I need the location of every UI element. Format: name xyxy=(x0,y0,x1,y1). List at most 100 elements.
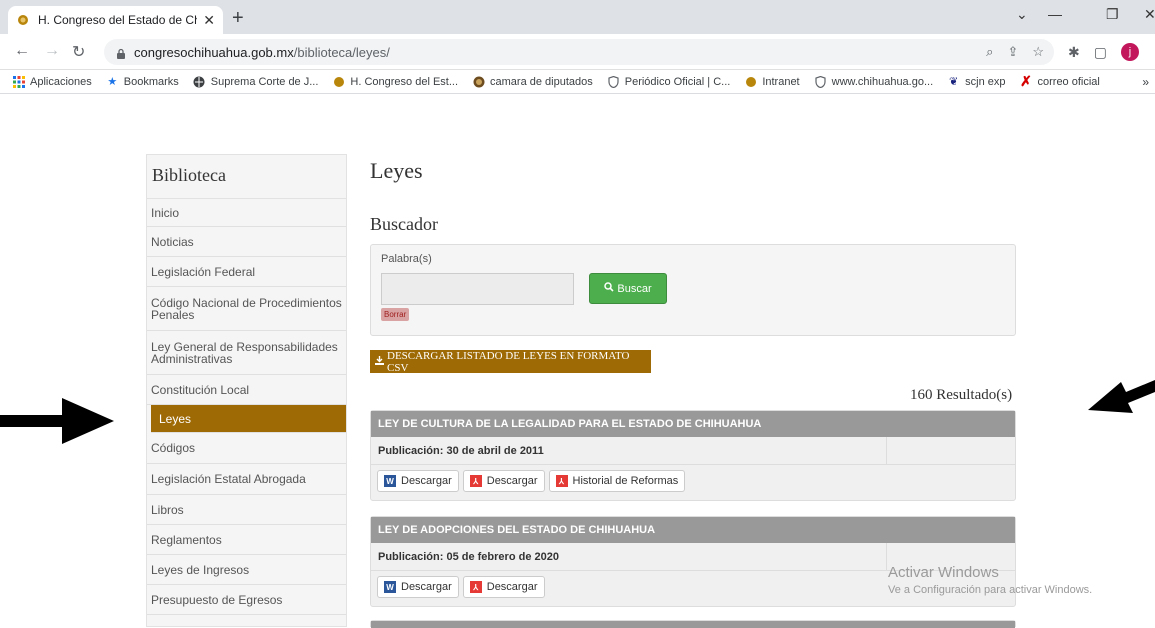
sidebar-item-codigos[interactable]: Códigos xyxy=(147,433,346,464)
eagle-icon xyxy=(332,75,345,88)
download-csv-button[interactable]: DESCARGAR LISTADO DE LEYES EN FORMATO CS… xyxy=(370,349,651,374)
seal-icon xyxy=(472,75,485,88)
download-word-label: Descargar xyxy=(401,581,452,593)
sidebar-item-noticias[interactable]: Noticias xyxy=(147,227,346,257)
column-divider xyxy=(886,437,887,465)
congreso-favicon-icon xyxy=(16,13,30,27)
shield-icon xyxy=(607,75,620,88)
shield-icon xyxy=(814,75,827,88)
browser-tab-bar: H. Congreso del Estado de Chihu ✕ + ⌄ — … xyxy=(0,0,1155,34)
bookmark-label: scjn exp xyxy=(965,75,1006,88)
law-actions: W Descargar ⅄ Descargar ⅄ Historial de R… xyxy=(371,465,1015,497)
page-title: Leyes xyxy=(370,158,423,183)
tab-search-chevron-icon[interactable]: ⌄ xyxy=(1016,6,1028,23)
download-pdf-button[interactable]: ⅄ Descargar xyxy=(462,470,545,492)
sidebar-item-legislacion-federal[interactable]: Legislación Federal xyxy=(147,257,346,287)
sidebar-item-reglamentos[interactable]: Reglamentos xyxy=(147,525,346,555)
search-panel: Palabra(s) Buscar Borrar xyxy=(370,244,1016,336)
right-annotation-arrow-icon xyxy=(1088,380,1155,413)
sidebar-item-inicio[interactable]: Inicio xyxy=(147,199,346,227)
zoom-icon[interactable]: ⌕ xyxy=(986,44,993,60)
profile-avatar[interactable]: j xyxy=(1120,43,1139,61)
share-icon[interactable]: ⇪ xyxy=(1007,44,1018,60)
pdf-icon: ⅄ xyxy=(555,475,568,487)
law-card xyxy=(370,620,1016,628)
search-icon xyxy=(604,282,614,295)
law-publication-date: Publicación: 05 de febrero de 2020 xyxy=(378,550,559,563)
results-count: 160 Resultado(s) xyxy=(910,387,1013,403)
bookmark-label: H. Congreso del Est... xyxy=(350,75,459,88)
forward-icon[interactable]: → xyxy=(44,42,60,60)
word-icon: W xyxy=(384,475,396,487)
minimize-icon[interactable]: — xyxy=(1048,6,1062,22)
search-input[interactable] xyxy=(381,273,574,305)
reform-history-button[interactable]: ⅄ Historial de Reformas xyxy=(548,470,686,492)
lock-icon xyxy=(116,47,126,59)
browser-tab[interactable]: H. Congreso del Estado de Chihu ✕ xyxy=(8,6,223,34)
bookmark-label: Aplicaciones xyxy=(30,75,92,88)
bookmark-label: correo oficial xyxy=(1037,75,1100,88)
bookmark-item[interactable]: ✗ correo oficial xyxy=(1020,73,1100,89)
sidebar-item-codigo-nacional[interactable]: Código Nacional de Procedimientos Penale… xyxy=(147,287,346,331)
x-icon: ✗ xyxy=(1020,73,1032,89)
bookmark-label: Intranet xyxy=(762,75,800,88)
law-title[interactable]: LEY DE CULTURA DE LA LEGALIDAD PARA EL E… xyxy=(371,411,1015,437)
bookmark-item[interactable]: Intranet xyxy=(744,75,800,88)
windows-activation-watermark: Activar Windows Ve a Configuración para … xyxy=(888,564,1092,596)
download-word-label: Descargar xyxy=(401,475,452,487)
sidebar-item-leyes-ingresos[interactable]: Leyes de Ingresos xyxy=(147,555,346,585)
left-annotation-arrow-icon xyxy=(0,398,114,444)
url-host: congresochihuahua.gob.mx xyxy=(134,44,294,60)
download-csv-label: DESCARGAR LISTADO DE LEYES EN FORMATO CS… xyxy=(387,349,630,374)
new-tab-icon[interactable]: + xyxy=(232,8,244,28)
download-word-button[interactable]: W Descargar xyxy=(377,470,459,492)
globe-icon xyxy=(193,75,206,88)
watermark-line1: Activar Windows xyxy=(888,564,999,581)
download-pdf-label: Descargar xyxy=(486,475,538,487)
bookmarks-overflow-icon[interactable]: » xyxy=(1142,75,1149,89)
eagle-icon xyxy=(744,75,757,88)
word-icon: W xyxy=(384,581,396,593)
bookmark-item[interactable]: Periódico Oficial | C... xyxy=(607,75,730,88)
scjn-icon: ❦ xyxy=(949,76,959,88)
bookmark-item[interactable]: Aplicaciones xyxy=(12,75,92,88)
reload-icon[interactable]: ↻ xyxy=(72,42,85,62)
bookmark-item[interactable]: www.chihuahua.go... xyxy=(814,75,934,88)
bookmark-item[interactable]: Suprema Corte de J... xyxy=(193,75,318,88)
law-title[interactable]: LEY DE ADOPCIONES DEL ESTADO DE CHIHUAHU… xyxy=(371,517,1015,543)
bookmarks-bar: Aplicaciones ★ Bookmarks Suprema Corte d… xyxy=(0,70,1155,94)
restore-icon[interactable]: ❐ xyxy=(1106,6,1119,23)
search-button[interactable]: Buscar xyxy=(589,273,667,304)
bookmark-item[interactable]: camara de diputados xyxy=(472,75,593,88)
pdf-icon: ⅄ xyxy=(469,475,482,487)
law-publication: Publicación: 30 de abril de 2011 xyxy=(371,437,1015,465)
law-publication-date: Publicación: 30 de abril de 2011 xyxy=(378,444,544,457)
sidebar-item-libros[interactable]: Libros xyxy=(147,495,346,525)
law-card: LEY DE CULTURA DE LA LEGALIDAD PARA EL E… xyxy=(370,410,1016,501)
search-section-title: Buscador xyxy=(370,214,438,234)
sidebar-item-ley-general[interactable]: Ley General de Responsabilidades Adminis… xyxy=(147,331,346,375)
star-icon: ★ xyxy=(107,76,118,88)
extensions-icon[interactable]: ✱ xyxy=(1068,44,1080,61)
window-close-icon[interactable]: ✕ xyxy=(1144,6,1155,23)
bookmark-star-icon[interactable]: ☆ xyxy=(1032,44,1044,60)
side-panel-icon[interactable]: ▢ xyxy=(1094,44,1107,61)
bookmark-label: www.chihuahua.go... xyxy=(831,75,934,88)
sidebar-item-presupuesto-egresos[interactable]: Presupuesto de Egresos xyxy=(147,585,346,615)
tab-close-icon[interactable]: ✕ xyxy=(203,12,215,29)
library-sidebar: Biblioteca Inicio Noticias Legislación F… xyxy=(146,154,347,627)
download-pdf-button[interactable]: ⅄ Descargar xyxy=(462,576,545,598)
download-word-button[interactable]: W Descargar xyxy=(377,576,459,598)
bookmark-item[interactable]: H. Congreso del Est... xyxy=(332,75,458,88)
clear-button[interactable]: Borrar xyxy=(381,308,410,321)
back-icon[interactable]: ← xyxy=(14,42,30,60)
address-bar[interactable]: congresochihuahua.gob.mx/biblioteca/leye… xyxy=(104,39,1054,65)
sidebar-item-legislacion-abrogada[interactable]: Legislación Estatal Abrogada xyxy=(147,464,346,495)
sidebar-title: Biblioteca xyxy=(147,155,346,199)
bookmark-item[interactable]: ❦ scjn exp xyxy=(947,75,1006,89)
sidebar-item-constitucion-local[interactable]: Constitución Local xyxy=(147,375,346,405)
apps-grid-icon xyxy=(12,75,25,88)
pdf-icon: ⅄ xyxy=(469,581,482,593)
bookmark-item[interactable]: ★ Bookmarks xyxy=(106,75,178,89)
sidebar-item-leyes[interactable]: Leyes xyxy=(151,405,346,433)
